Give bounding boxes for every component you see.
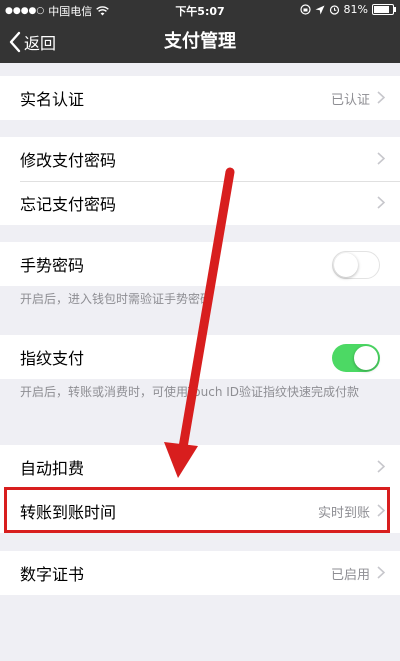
row-value: 已启用 — [330, 567, 370, 583]
row-real-name[interactable]: 实名认证 已认证 — [0, 76, 400, 120]
row-fingerprint-pay: 指纹支付 — [0, 335, 400, 379]
location-arrow-icon — [315, 5, 325, 14]
navigation-bar: 返回 支付管理 — [0, 20, 400, 63]
chevron-right-icon — [377, 460, 385, 473]
row-label: 转账到账时间 — [20, 503, 117, 522]
row-change-password[interactable]: 修改支付密码 — [0, 137, 400, 181]
group-verification: 实名认证 已认证 — [0, 76, 400, 120]
chevron-right-icon — [377, 196, 385, 209]
row-transfer-time[interactable]: 转账到账时间 实时到账 — [0, 489, 400, 533]
page-title: 支付管理 — [164, 31, 236, 52]
gesture-hint: 开启后，进入钱包时需验证手势密码 — [20, 292, 213, 306]
group-payment: 自动扣费 转账到账时间 实时到账 — [0, 445, 400, 533]
row-label: 指纹支付 — [20, 349, 85, 368]
row-label: 数字证书 — [20, 565, 85, 584]
toggle-knob — [334, 253, 358, 277]
alarm-clock-icon — [329, 5, 339, 15]
toggle-knob — [354, 346, 378, 370]
battery-percentage: 81% — [343, 3, 368, 16]
battery-fill — [374, 6, 389, 13]
fingerprint-pay-toggle[interactable] — [332, 344, 380, 372]
row-label: 实名认证 — [20, 90, 85, 109]
orientation-lock-icon — [299, 4, 311, 15]
status-right: 81% — [299, 3, 396, 16]
status-bar: ●●●●○ 中国电信 下午5:07 81% — [0, 0, 400, 20]
row-value: 实时到账 — [317, 505, 370, 521]
row-gesture-password: 手势密码 — [0, 242, 400, 286]
row-label: 自动扣费 — [20, 459, 85, 478]
fingerprint-hint: 开启后，转账或消费时，可使用Touch ID验证指纹快速完成付款 — [20, 385, 360, 399]
group-fingerprint: 指纹支付 — [0, 335, 400, 379]
chevron-right-icon — [377, 91, 385, 104]
chevron-right-icon — [377, 566, 385, 579]
row-digital-certificate[interactable]: 数字证书 已启用 — [0, 551, 400, 595]
chevron-right-icon — [377, 504, 385, 517]
row-value: 已认证 — [330, 92, 370, 108]
battery-icon — [372, 4, 396, 15]
row-forgot-password[interactable]: 忘记支付密码 — [0, 181, 400, 225]
group-password: 修改支付密码 忘记支付密码 — [0, 137, 400, 225]
chevron-right-icon — [377, 152, 385, 165]
group-gesture: 手势密码 — [0, 242, 400, 286]
row-label: 忘记支付密码 — [20, 195, 117, 214]
gesture-password-toggle[interactable] — [332, 251, 380, 279]
row-label: 修改支付密码 — [20, 151, 117, 170]
group-certificate: 数字证书 已启用 — [0, 551, 400, 595]
row-label: 手势密码 — [20, 256, 85, 275]
row-auto-deduct[interactable]: 自动扣费 — [0, 445, 400, 489]
